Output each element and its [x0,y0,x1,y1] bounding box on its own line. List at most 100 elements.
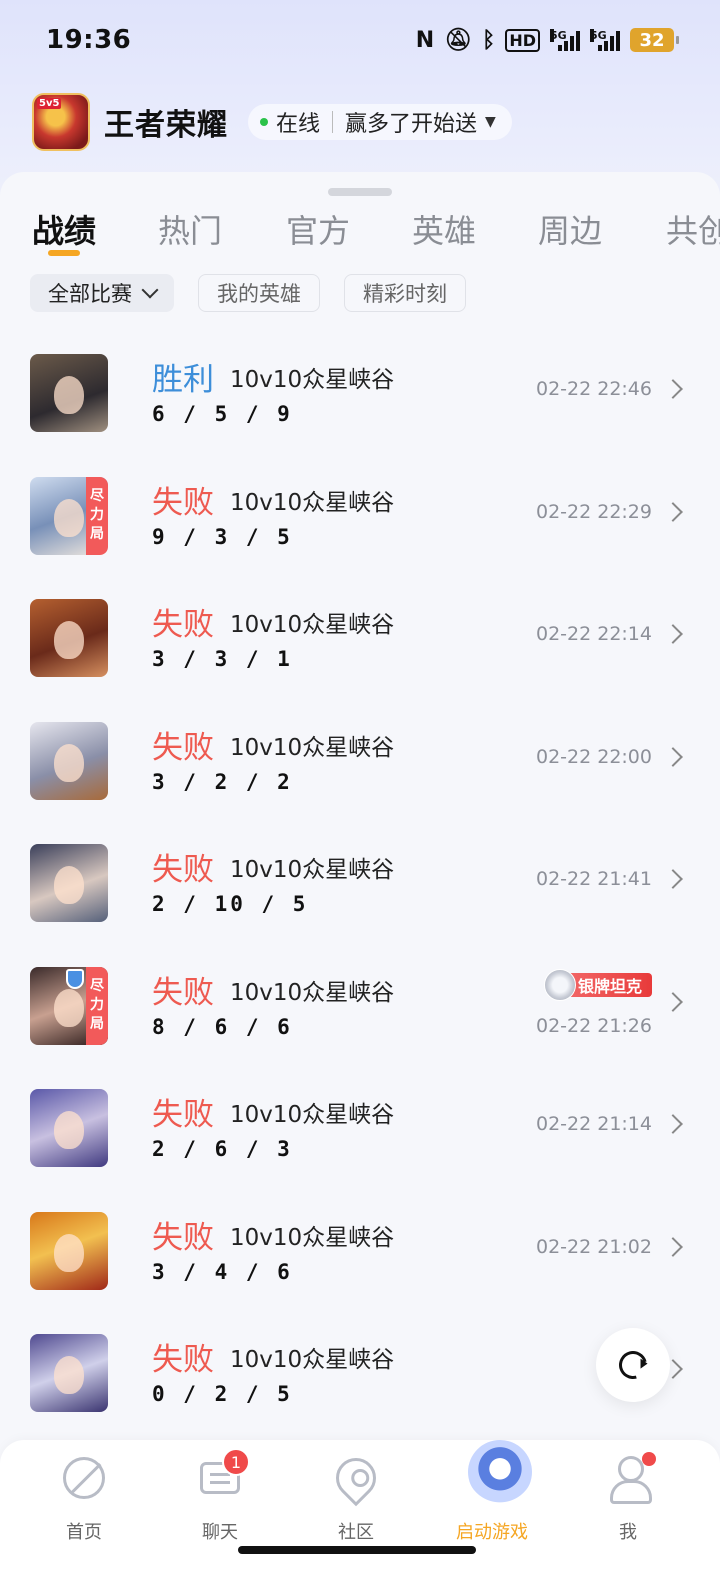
match-kda: 3 / 2 / 2 [152,769,293,794]
battery-icon: 32 [630,28,679,52]
match-mode: 10v10众星峡谷 [230,734,395,761]
tab-heroes[interactable]: 英雄 [412,206,476,252]
match-mode: 10v10众星峡谷 [230,1102,395,1128]
match-row[interactable]: 失败 10v10众星峡谷 2 / 6 / 3 02-22 21:14 [0,1085,720,1208]
refresh-icon [613,1345,653,1385]
nav-chat-label: 聊天 [202,1522,238,1543]
match-time: 02-22 21:26 [535,1014,652,1037]
promo-label: 赢多了开始送 [345,112,478,137]
match-mode: 10v10众星峡谷 [230,857,395,883]
logo-tag: 5v5 [37,98,62,109]
nav-home-label: 首页 [66,1522,102,1543]
online-status-label: 在线 [276,112,321,137]
my-heroes-filter[interactable]: 我的英雄 [198,274,320,312]
hero-avatar: 尽力局 [30,476,108,555]
sheet-grabber[interactable] [328,188,392,196]
compass-icon [60,1454,108,1502]
match-time: 02-22 21:14 [535,1113,652,1135]
nav-launch-game[interactable]: 启动游戏 [424,1440,560,1550]
match-kda: 2 / 10 / 5 [152,892,309,916]
nav-launch-game-label: 启动游戏 [456,1522,528,1543]
online-dot-icon [260,118,268,126]
match-row[interactable]: 失败 10v10众星峡谷 3 / 3 / 1 02-22 22:14 [0,595,720,718]
match-mode: 10v10众星峡谷 [230,367,395,393]
chat-unread-badge: 1 [222,1448,250,1476]
active-tab-indicator [48,250,80,256]
hero-avatar [30,1089,108,1167]
robot-mascot-icon [468,1440,532,1504]
hero-avatar [30,844,108,922]
app-title: 王者荣耀 [104,108,228,143]
online-status-pill[interactable]: 在线 赢多了开始送 ▼ [248,104,512,140]
nfc-icon: N [415,27,435,53]
match-row[interactable]: 尽力局 失败 10v10众星峡谷 9 / 3 / 5 02-22 22:29 [0,473,720,596]
match-row[interactable]: 胜利 10v10众星峡谷 6 / 5 / 9 02-22 22:46 [0,350,720,473]
community-pin-icon [327,1449,385,1507]
match-time: 02-22 22:00 [535,745,652,768]
notification-dot [642,1452,656,1466]
caret-down-icon: ▼ [485,114,496,130]
hero-avatar [30,1211,108,1290]
user-icon [604,1452,656,1504]
all-matches-filter[interactable]: 全部比赛 [30,274,174,312]
match-row[interactable]: 失败 10v10众星峡谷 3 / 4 / 6 02-22 21:02 [0,1208,720,1331]
match-kda: 2 / 6 / 3 [152,1137,293,1161]
hero-avatar [30,721,108,800]
match-time: 02-22 21:41 [535,868,652,890]
match-result: 失败 [152,729,214,766]
match-row[interactable]: 尽力局 失败 10v10众星峡谷 8 / 6 / 6 银牌坦克 02-22 21… [0,963,720,1086]
nav-community-label: 社区 [338,1522,374,1543]
match-time: 02-22 22:14 [535,623,652,645]
match-kda: 9 / 3 / 5 [152,524,293,549]
match-time: 02-22 21:02 [535,1235,652,1258]
nav-me[interactable]: 我 [560,1440,696,1550]
match-time: 02-22 22:29 [535,500,652,523]
category-tabs: 战绩 热门 官方 英雄 周边 共创 [0,202,720,262]
hd-icon: HD [505,28,540,52]
status-time: 19:36 [46,25,132,55]
mute-bell-icon: 🔕︎ [444,27,473,53]
match-kda: 3 / 3 / 1 [152,647,293,671]
match-result: 失败 [152,974,214,1011]
tab-official[interactable]: 官方 [286,206,350,252]
filter-row: 全部比赛 我的英雄 精彩时刻 [30,274,466,312]
nav-chat[interactable]: 1 聊天 [152,1440,288,1550]
pill-divider [332,111,334,133]
match-list: 胜利 10v10众星峡谷 6 / 5 / 9 02-22 22:46 尽力局 失… [0,350,720,1453]
match-mode: 10v10众星峡谷 [230,489,395,516]
best-effort-badge: 尽力局 [86,476,108,555]
highlights-filter[interactable]: 精彩时刻 [344,274,466,312]
match-result: 失败 [152,1342,214,1378]
chevron-right-icon [663,991,683,1012]
tab-hot[interactable]: 热门 [158,206,222,252]
tab-cocreate[interactable]: 共创 [666,206,720,252]
hero-avatar [30,1334,108,1412]
match-result: 失败 [152,852,214,888]
match-result: 失败 [152,1219,214,1256]
hero-avatar [30,354,108,432]
chevron-right-icon [663,624,683,644]
status-icons: N 🔕︎ ᛒ HD 5G 5G 32 [415,27,679,53]
shield-icon [66,968,84,989]
hero-face [54,1111,84,1149]
chevron-right-icon [663,869,683,889]
tab-merch[interactable]: 周边 [538,206,602,252]
app-logo[interactable]: 5v5 [32,93,90,151]
match-row[interactable]: 失败 10v10众星峡谷 3 / 2 / 2 02-22 22:00 [0,718,720,841]
match-row[interactable]: 失败 10v10众星峡谷 2 / 10 / 5 02-22 21:41 [0,840,720,963]
hero-face [54,988,84,1027]
nav-home[interactable]: 首页 [16,1440,152,1550]
tab-record[interactable]: 战绩 [32,206,96,252]
home-indicator[interactable] [238,1546,476,1554]
hero-face [54,743,84,782]
refresh-button[interactable] [596,1328,670,1402]
hero-face [54,1356,84,1394]
nav-community[interactable]: 社区 [288,1440,424,1550]
match-mode: 10v10众星峡谷 [230,612,395,638]
chevron-right-icon [663,746,683,767]
app-header: 5v5 王者荣耀 在线 赢多了开始送 ▼ [32,92,512,152]
bottom-nav: 首页 1 聊天 社区 启动游戏 我 [0,1440,720,1584]
match-kda: 0 / 2 / 5 [152,1382,293,1406]
hero-face [54,1233,84,1272]
match-result: 失败 [152,1097,214,1133]
